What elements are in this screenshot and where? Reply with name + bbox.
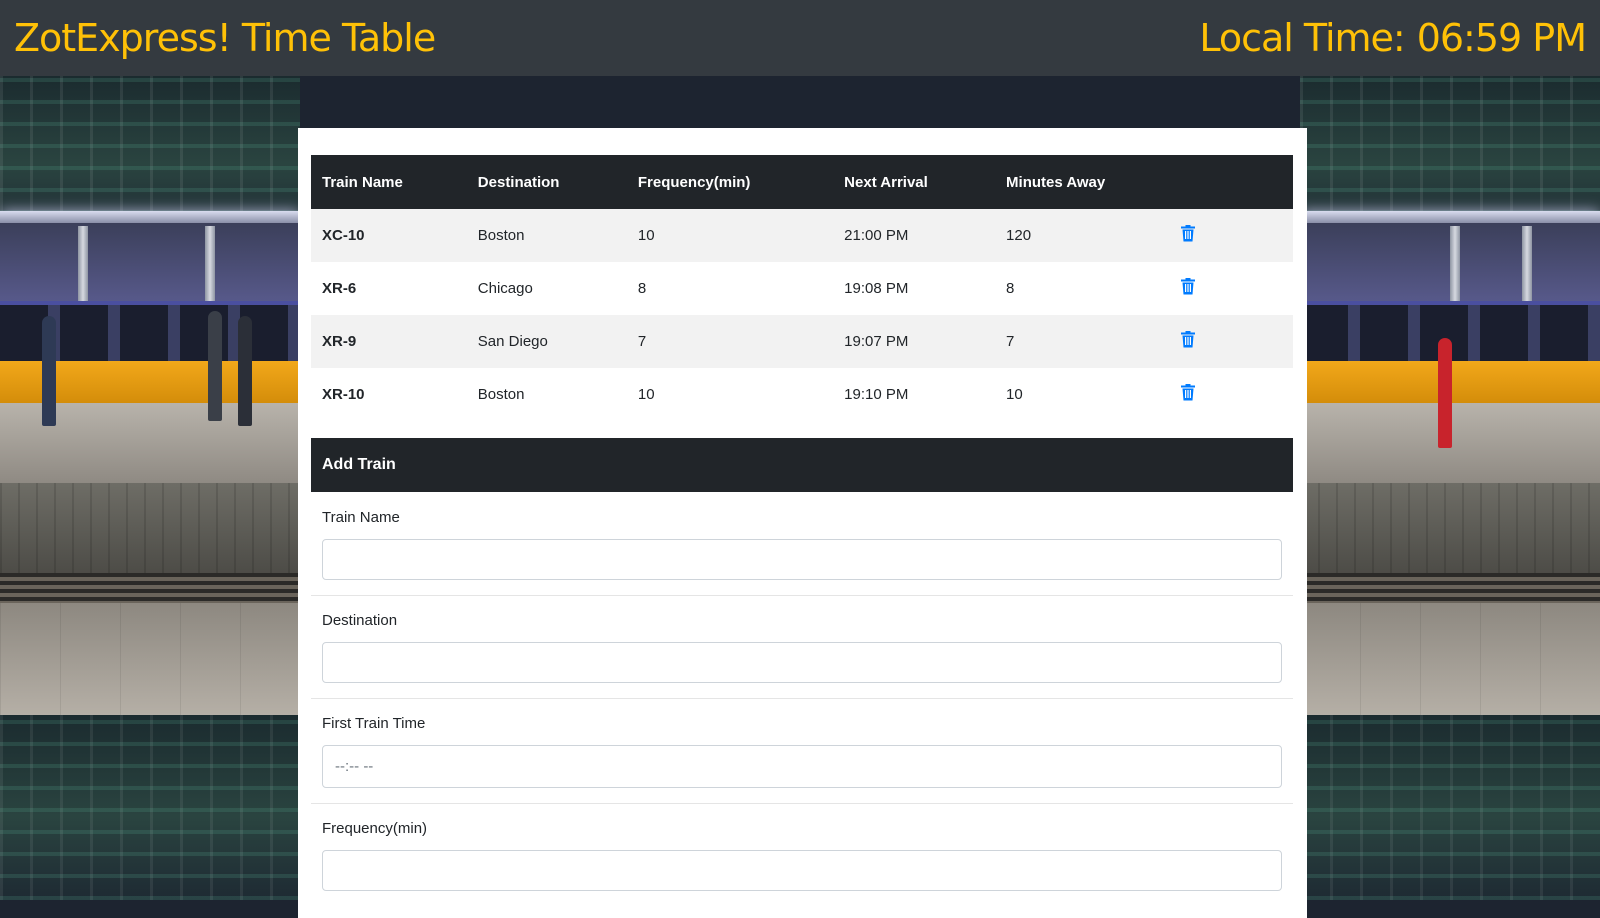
main-panel: Train Name Destination Frequency(min) Ne… <box>298 128 1307 918</box>
cell-frequency: 8 <box>637 280 647 297</box>
table-header-row: Train Name Destination Frequency(min) Ne… <box>311 155 1293 209</box>
train-name-input[interactable] <box>322 539 1282 580</box>
table-row: XR-6 Chicago 8 19:08 PM 8 <box>311 262 1293 315</box>
cell-train-name: XR-6 <box>322 280 357 297</box>
form-group-train-name: Train Name <box>311 492 1293 596</box>
cell-frequency: 7 <box>626 315 834 368</box>
column-header-next-arrival: Next Arrival <box>833 155 996 209</box>
first-train-time-label: First Train Time <box>322 715 426 732</box>
trash-icon <box>1181 331 1196 348</box>
app-title: ZotExpress! Time Table <box>14 16 436 60</box>
column-header-minutes-away: Minutes Away <box>995 155 1171 209</box>
background-station-image-right <box>1300 76 1600 900</box>
frequency-label: Frequency(min) <box>322 820 428 837</box>
cell-train-name: XC-10 <box>311 209 467 262</box>
table-row: XC-10 Boston 10 21:00 PM 120 <box>311 209 1293 262</box>
frequency-input[interactable] <box>322 850 1282 891</box>
column-header-train-name: Train Name <box>311 155 467 209</box>
cell-train-name: XR-9 <box>311 315 467 368</box>
trash-icon <box>1181 225 1196 242</box>
local-time-value: 06:59 PM <box>1416 16 1587 60</box>
cell-minutes-away: 8 <box>1006 280 1015 297</box>
cell-next-arrival: 19:07 PM <box>833 315 996 368</box>
column-header-actions <box>1170 155 1293 209</box>
cell-next-arrival: 19:10 PM <box>844 386 909 403</box>
cell-destination: Boston <box>466 209 627 262</box>
delete-train-button[interactable] <box>1181 225 1196 246</box>
destination-label: Destination <box>322 612 398 629</box>
cell-actions <box>1170 209 1293 262</box>
cell-minutes-away: 120 <box>995 209 1171 262</box>
trash-icon <box>1181 384 1196 401</box>
cell-destination: Boston <box>477 386 525 403</box>
delete-train-button[interactable] <box>1181 331 1196 352</box>
form-group-destination: Destination <box>311 595 1293 699</box>
cell-next-arrival: 21:00 PM <box>833 209 996 262</box>
cell-actions <box>1170 262 1293 315</box>
add-train-header: Add Train <box>311 438 1293 492</box>
cell-minutes-away: 7 <box>995 315 1171 368</box>
cell-minutes-away: 10 <box>1006 386 1023 403</box>
trash-icon <box>1181 278 1196 295</box>
delete-train-button[interactable] <box>1181 384 1196 405</box>
local-time-display: Local Time: 06:59 PM <box>1199 16 1587 60</box>
cell-destination: San Diego <box>466 315 627 368</box>
top-navbar: ZotExpress! Time Table Local Time: 06:59 … <box>0 0 1600 76</box>
delete-train-button[interactable] <box>1181 278 1196 299</box>
cell-next-arrival: 19:08 PM <box>844 280 909 297</box>
column-header-destination: Destination <box>466 155 627 209</box>
cell-train-name: XR-10 <box>322 386 365 403</box>
first-train-time-input[interactable] <box>322 745 1282 788</box>
column-header-frequency: Frequency(min) <box>626 155 834 209</box>
train-name-label: Train Name <box>322 509 400 526</box>
cell-actions <box>1170 315 1293 368</box>
table-row: XR-10 Boston 10 19:10 PM 10 <box>311 368 1293 421</box>
form-group-frequency: Frequency(min) <box>311 803 1293 913</box>
destination-input[interactable] <box>322 642 1282 683</box>
background-station-image-left <box>0 76 300 900</box>
cell-actions <box>1170 368 1293 421</box>
cell-destination: Chicago <box>477 280 533 297</box>
cell-frequency: 10 <box>626 209 834 262</box>
local-time-label: Local Time: <box>1199 16 1405 60</box>
form-group-first-train-time: First Train Time <box>311 698 1293 804</box>
cell-frequency: 10 <box>637 386 655 403</box>
train-schedule-table: Train Name Destination Frequency(min) Ne… <box>311 155 1293 421</box>
table-row: XR-9 San Diego 7 19:07 PM 7 <box>311 315 1293 368</box>
